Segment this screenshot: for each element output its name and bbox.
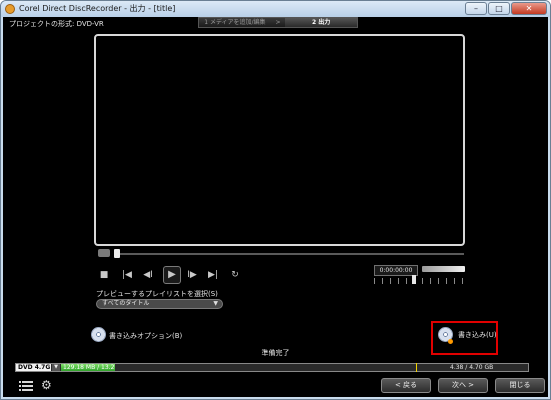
playlist-select[interactable]: すべてのタイトル ▼ [96,299,223,309]
volume-slider[interactable] [422,266,465,272]
capacity-total: 4.38 / 4.70 GB [450,364,494,371]
scrubber-thumb[interactable] [114,249,120,258]
step-add-edit[interactable]: 1 メディアを追加/編集 [199,18,271,27]
timeline-scrubber[interactable] [114,253,464,255]
trim-icon[interactable] [98,249,110,257]
step-separator: > [275,19,281,26]
disc-type-dropdown-icon[interactable]: ▼ [52,364,60,371]
close-window-button[interactable]: ✕ [511,2,547,15]
play-icon[interactable]: ▶ [163,266,181,284]
main-panel: プロジェクトの形式: DVD-VR 1 メディアを追加/編集 > 2 出力 ■ … [3,17,548,397]
app-window: Corel Direct DiscRecorder - 出力 - [title]… [0,0,551,400]
window-title: Corel Direct DiscRecorder - 出力 - [title] [19,4,176,13]
first-icon[interactable]: |◀ [120,268,134,282]
app-icon [5,4,15,14]
chevron-down-icon: ▼ [213,300,218,307]
disc-options-icon[interactable] [91,327,106,342]
list-view-icon[interactable] [19,379,33,391]
project-format-label: プロジェクトの形式: DVD-VR [9,20,104,28]
burn-button[interactable]: 書き込み(U) [458,330,497,340]
playlist-label: プレビューするプレイリストを選択(S) [96,290,218,298]
close-button[interactable]: 閉じる [495,378,545,393]
capacity-marker [416,363,417,372]
back-button[interactable]: < 戻る [381,378,431,393]
capacity-used: 129.18 MB / 13.2 GB [61,364,116,371]
jog-ticks [374,278,464,284]
burn-options-button[interactable]: 書き込みオプション(B) [109,331,182,341]
burn-flame-icon [448,339,453,344]
minimize-button[interactable]: – [465,2,487,15]
preview-screen [94,34,465,246]
maximize-button[interactable]: □ [488,2,510,15]
repeat-icon[interactable]: ↻ [228,268,242,282]
status-text: 準備完了 [261,349,290,357]
jog-thumb[interactable] [412,275,416,284]
title-bar[interactable]: Corel Direct DiscRecorder - 出力 - [title]… [1,1,550,17]
last-icon[interactable]: ▶| [206,268,220,282]
next-button[interactable]: 次へ > [438,378,488,393]
wizard-steps: 1 メディアを追加/編集 > 2 出力 [198,17,358,28]
playlist-selected-value: すべてのタイトル [102,300,150,307]
prev-frame-icon[interactable]: ◀I [141,268,155,282]
settings-icon[interactable]: ⚙ [41,378,55,392]
stop-icon[interactable]: ■ [97,268,111,282]
next-frame-icon[interactable]: I▶ [185,268,199,282]
step-output[interactable]: 2 出力 [285,18,357,27]
disc-type-label[interactable]: DVD 4.7G [16,364,51,371]
